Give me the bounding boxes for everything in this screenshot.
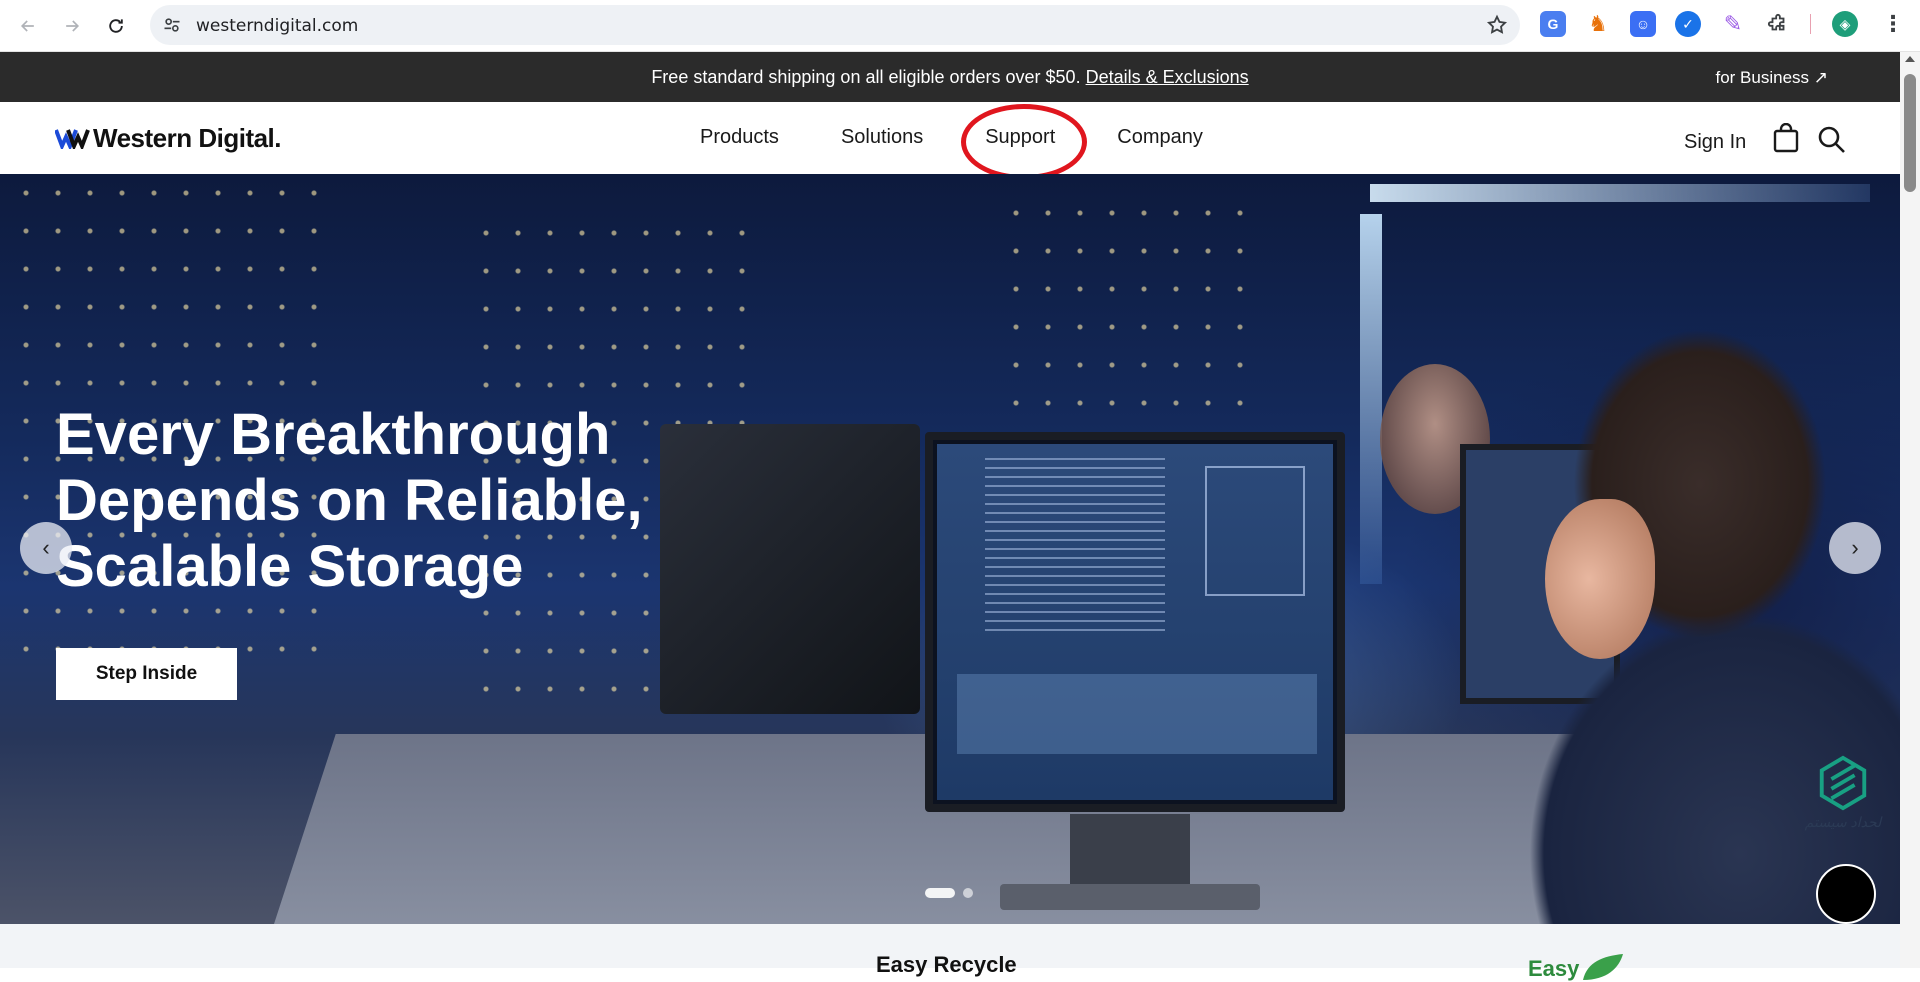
address-bar[interactable]: westerndigital.com: [150, 5, 1520, 45]
light-column: [1360, 214, 1382, 584]
pen-icon[interactable]: ✎: [1720, 11, 1746, 37]
easy-logo-text: Easy: [1528, 956, 1580, 981]
carousel-dot-1[interactable]: [925, 888, 955, 898]
nav-company[interactable]: Company: [1117, 126, 1203, 149]
site-header: Western Digital. Products Solutions Supp…: [0, 102, 1900, 180]
carousel-dot-2[interactable]: [963, 888, 973, 898]
logo-text: Western Digital.: [93, 122, 282, 153]
highlight-circle: [961, 104, 1088, 180]
monitor-stand-image: [1070, 814, 1190, 894]
woman-face-image: [1545, 499, 1655, 659]
watermark-logo: لحداد سیستم: [1795, 754, 1891, 844]
nav-support[interactable]: Support: [961, 104, 1088, 180]
check-icon[interactable]: ✓: [1675, 11, 1701, 37]
shopping-bag-icon[interactable]: [1772, 123, 1800, 153]
monitor-image: [925, 432, 1345, 812]
easy-recycle-logo: Easy: [1528, 934, 1627, 982]
bookmark-star-icon[interactable]: [1486, 14, 1508, 36]
arrow-right-icon: [66, 20, 80, 32]
chevron-left-icon: ‹: [42, 535, 50, 560]
reload-button[interactable]: [100, 10, 132, 42]
promo-bar: Free standard shipping on all eligible o…: [0, 52, 1900, 102]
western-digital-logo[interactable]: Western Digital.: [55, 122, 282, 153]
screen-flow-diagram: [957, 674, 1317, 754]
nav-solutions[interactable]: Solutions: [841, 126, 923, 149]
forward-button[interactable]: [56, 10, 88, 42]
translate-icon[interactable]: G: [1540, 11, 1566, 37]
screen-code: [985, 458, 1165, 638]
reload-icon: [109, 19, 123, 33]
browser-toolbar: westerndigital.com G ♞ ☺ ✓ ✎ ◈ ⋮: [0, 0, 1920, 52]
toolbar-divider: [1810, 14, 1811, 34]
page-scrollbar[interactable]: [1900, 52, 1920, 968]
wd-logo-mark-icon: [55, 129, 90, 149]
screen-panel: [1205, 466, 1305, 596]
monitor-screen: [937, 444, 1333, 800]
hero-heading: Every Breakthrough Depends on Reliable, …: [56, 402, 696, 600]
carousel-prev-button[interactable]: ‹: [20, 522, 72, 574]
sign-in-link[interactable]: Sign In: [1684, 131, 1746, 154]
chat-button[interactable]: [1816, 864, 1876, 924]
avatar-icon[interactable]: ◈: [1832, 11, 1858, 37]
robot-icon[interactable]: ☺: [1630, 11, 1656, 37]
carousel-next-button[interactable]: ›: [1829, 522, 1881, 574]
for-business-link[interactable]: for Business ↗: [1715, 68, 1828, 88]
ceiling-light: [1370, 184, 1870, 202]
nav-products[interactable]: Products: [700, 126, 779, 149]
arrow-left-icon: [20, 20, 34, 32]
hero-heading-line-3: Scalable Storage: [56, 534, 524, 599]
hero-heading-line-1: Every Breakthrough: [56, 402, 611, 467]
watermark-hex-icon: [1819, 755, 1867, 811]
leaf-icon: [1583, 954, 1624, 980]
puppet-icon[interactable]: ♞: [1585, 11, 1611, 37]
monitor-base-image: [1000, 884, 1260, 910]
watermark-text: لحداد سیستم: [1804, 814, 1882, 830]
search-icon[interactable]: [1816, 124, 1846, 154]
puzzle-glyph-icon: [1767, 13, 1785, 31]
step-inside-button[interactable]: Step Inside: [56, 648, 237, 700]
below-fold-section: Easy Recycle Easy: [0, 924, 1900, 981]
easy-recycle-heading: Easy Recycle: [876, 952, 1017, 977]
chevron-right-icon: ›: [1851, 535, 1859, 560]
site-settings-icon[interactable]: [162, 15, 182, 35]
puzzle-icon[interactable]: [1765, 11, 1791, 37]
details-exclusions-link[interactable]: Details & Exclusions: [1086, 67, 1249, 87]
hero-banner: Every Breakthrough Depends on Reliable, …: [0, 174, 1900, 924]
scroll-up-arrow[interactable]: [1905, 56, 1915, 62]
carousel-dots: [925, 888, 981, 898]
main-nav: Products Solutions Support Company: [700, 104, 1265, 180]
back-button[interactable]: [12, 10, 44, 42]
url-text[interactable]: westerndigital.com: [196, 16, 358, 36]
monitor-back-image: [660, 424, 920, 714]
menu-icon[interactable]: ⋮: [1880, 11, 1906, 37]
hero-heading-line-2: Depends on Reliable,: [56, 468, 643, 533]
promo-message: Free standard shipping on all eligible o…: [0, 67, 1900, 88]
scrollbar-thumb[interactable]: [1904, 74, 1916, 192]
promo-text: Free standard shipping on all eligible o…: [651, 67, 1081, 87]
